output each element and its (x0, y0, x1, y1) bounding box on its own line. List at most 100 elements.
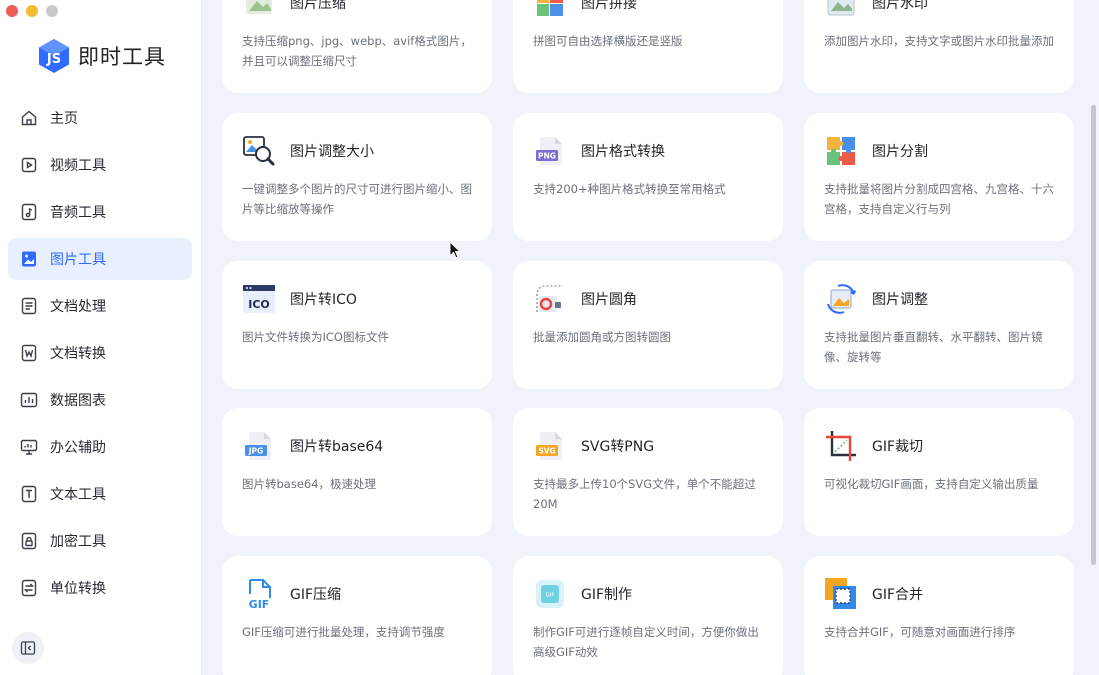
brand: JS 即时工具 (36, 38, 166, 74)
image-compress-icon (242, 0, 276, 20)
svg-text:JPG: JPG (248, 447, 263, 456)
gif-file-icon: GIF (242, 577, 276, 611)
tool-card-gif-crop[interactable]: GIF裁切 可视化裁切GIF画面，支持自定义输出质量 (804, 408, 1074, 536)
sidebar-item-unit[interactable]: 单位转换 (8, 567, 192, 609)
card-description: 支持批量图片垂直翻转、水平翻转、图片镜像、旋转等 (824, 330, 1043, 364)
text-icon (20, 485, 38, 503)
sidebar-item-label: 办公辅助 (50, 440, 106, 456)
card-title: GIF合并 (872, 587, 924, 603)
card-title: 图片压缩 (290, 0, 346, 12)
card-title: 图片转ICO (290, 292, 357, 308)
card-description: 支持最多上传10个SVG文件，单个不能超过20M (533, 477, 756, 511)
collapse-sidebar-button[interactable] (12, 632, 44, 664)
tool-card-format-convert[interactable]: PNG 图片格式转换 支持200+种图片格式转换至常用格式 (513, 113, 783, 241)
tool-card-svg-to-png[interactable]: SVG SVG转PNG 支持最多上传10个SVG文件，单个不能超过20M (513, 408, 783, 536)
tool-card-round-corner[interactable]: 图片圆角 批量添加圆角或方图转圆图 (513, 261, 783, 389)
lock-icon (20, 532, 38, 550)
image-resize-icon (242, 134, 276, 168)
tool-card-gif-make[interactable]: GIF GIF制作 制作GIF可进行逐帧自定义时间，方便你做出高级GIF动效 (513, 556, 783, 675)
svg-text:SVG: SVG (538, 447, 555, 456)
svg-text:PNG: PNG (538, 152, 556, 161)
svg-text:JS: JS (46, 52, 61, 67)
document-icon (20, 297, 38, 315)
sidebar-item-encrypt[interactable]: 加密工具 (8, 520, 192, 562)
tool-card-image-compress[interactable]: 图片压缩 支持压缩png、jpg、webp、avif格式图片，并且可以调整压缩尺… (222, 0, 492, 93)
sidebar-item-label: 音频工具 (50, 205, 106, 221)
vertical-scrollbar[interactable] (1091, 105, 1096, 565)
sidebar-item-audio[interactable]: 音频工具 (8, 191, 192, 233)
sidebar-item-label: 视频工具 (50, 158, 106, 174)
gif-merge-icon (824, 577, 858, 611)
crop-icon (824, 429, 858, 463)
card-description: 图片转base64，极速处理 (242, 477, 377, 491)
sidebar: JS 即时工具 主页 视频工具 音频工具 图片工具 文档处理 文档转换 数据图表… (0, 0, 202, 675)
tool-card-image-split[interactable]: 图片分割 支持批量将图片分割成四宫格、九宫格、十六宫格，支持自定义行与列 (804, 113, 1074, 241)
card-description: 批量添加圆角或方图转圆图 (533, 330, 671, 344)
close-window-button[interactable] (6, 5, 18, 17)
card-description: 可视化裁切GIF画面，支持自定义输出质量 (824, 477, 1039, 491)
window-controls (6, 5, 58, 17)
sidebar-item-label: 单位转换 (50, 581, 106, 597)
card-description: 支持合并GIF，可随意对画面进行排序 (824, 625, 1016, 639)
word-icon (20, 344, 38, 362)
sidebar-item-label: 数据图表 (50, 393, 106, 409)
chart-icon (20, 391, 38, 409)
card-description: 支持压缩png、jpg、webp、avif格式图片，并且可以调整压缩尺寸 (242, 34, 472, 68)
gif-make-icon: GIF (533, 577, 567, 611)
sidebar-item-text[interactable]: 文本工具 (8, 473, 192, 515)
sidebar-item-video[interactable]: 视频工具 (8, 144, 192, 186)
convert-icon (20, 579, 38, 597)
card-title: GIF裁切 (872, 439, 924, 455)
video-icon (20, 156, 38, 174)
home-icon (20, 109, 38, 127)
card-description: 一键调整多个图片的尺寸可进行图片缩小、图片等比缩放等操作 (242, 182, 472, 216)
jpg-file-icon: JPG (242, 429, 276, 463)
card-title: GIF压缩 (290, 587, 342, 603)
sidebar-nav: 主页 视频工具 音频工具 图片工具 文档处理 文档转换 数据图表 办公辅助 文本… (8, 97, 192, 614)
card-title: GIF制作 (581, 587, 633, 603)
tool-card-image-to-base64[interactable]: JPG 图片转base64 图片转base64，极速处理 (222, 408, 492, 536)
sidebar-item-label: 加密工具 (50, 534, 106, 550)
sidebar-item-doc-convert[interactable]: 文档转换 (8, 332, 192, 374)
sidebar-toggle-icon (20, 641, 36, 655)
png-file-icon: PNG (533, 134, 567, 168)
image-stitch-icon (533, 0, 567, 20)
card-title: 图片转base64 (290, 439, 384, 455)
sidebar-item-image[interactable]: 图片工具 (8, 238, 192, 280)
card-description: 支持200+种图片格式转换至常用格式 (533, 182, 726, 196)
tool-card-image-watermark[interactable]: 图片水印 添加图片水印，支持文字或图片水印批量添加 (804, 0, 1074, 93)
svg-file-icon: SVG (533, 429, 567, 463)
js-logo-icon: JS (39, 39, 69, 73)
sidebar-item-label: 文档处理 (50, 299, 106, 315)
sidebar-item-label: 主页 (50, 111, 78, 127)
ico-icon: ICO (242, 282, 276, 316)
svg-text:GIF: GIF (249, 598, 270, 610)
round-corner-icon (533, 282, 567, 316)
tool-card-image-stitch[interactable]: 图片拼接 拼图可自由选择横版还是竖版 (513, 0, 783, 93)
minimize-window-button[interactable] (26, 5, 38, 17)
zoom-window-button[interactable] (46, 5, 58, 17)
card-description: 添加图片水印，支持文字或图片水印批量添加 (824, 34, 1054, 48)
tool-card-image-resize[interactable]: 图片调整大小 一键调整多个图片的尺寸可进行图片缩小、图片等比缩放等操作 (222, 113, 492, 241)
tool-card-gif-merge[interactable]: GIF合并 支持合并GIF，可随意对画面进行排序 (804, 556, 1074, 675)
monitor-icon (20, 438, 38, 456)
card-description: 支持批量将图片分割成四宫格、九宫格、十六宫格，支持自定义行与列 (824, 182, 1054, 216)
card-title: 图片调整大小 (290, 144, 374, 160)
tool-card-gif-compress[interactable]: GIF GIF压缩 GIF压缩可进行批量处理，支持调节强度 (222, 556, 492, 675)
sidebar-item-label: 文档转换 (50, 346, 106, 362)
sidebar-item-label: 文本工具 (50, 487, 106, 503)
image-watermark-icon (824, 0, 858, 20)
image-icon (20, 250, 38, 268)
tool-card-image-to-ico[interactable]: ICO 图片转ICO 图片文件转换为ICO图标文件 (222, 261, 492, 389)
mouse-cursor-icon (449, 241, 461, 259)
sidebar-item-home[interactable]: 主页 (8, 97, 192, 139)
sidebar-item-office[interactable]: 办公辅助 (8, 426, 192, 468)
card-title: 图片调整 (872, 292, 928, 308)
card-description: GIF压缩可进行批量处理，支持调节强度 (242, 625, 445, 639)
card-title: 图片圆角 (581, 292, 637, 308)
sidebar-item-document[interactable]: 文档处理 (8, 285, 192, 327)
card-description: 制作GIF可进行逐帧自定义时间，方便你做出高级GIF动效 (533, 625, 759, 659)
sidebar-item-chart[interactable]: 数据图表 (8, 379, 192, 421)
svg-text:GIF: GIF (545, 593, 554, 599)
tool-card-image-adjust[interactable]: 图片调整 支持批量图片垂直翻转、水平翻转、图片镜像、旋转等 (804, 261, 1074, 389)
